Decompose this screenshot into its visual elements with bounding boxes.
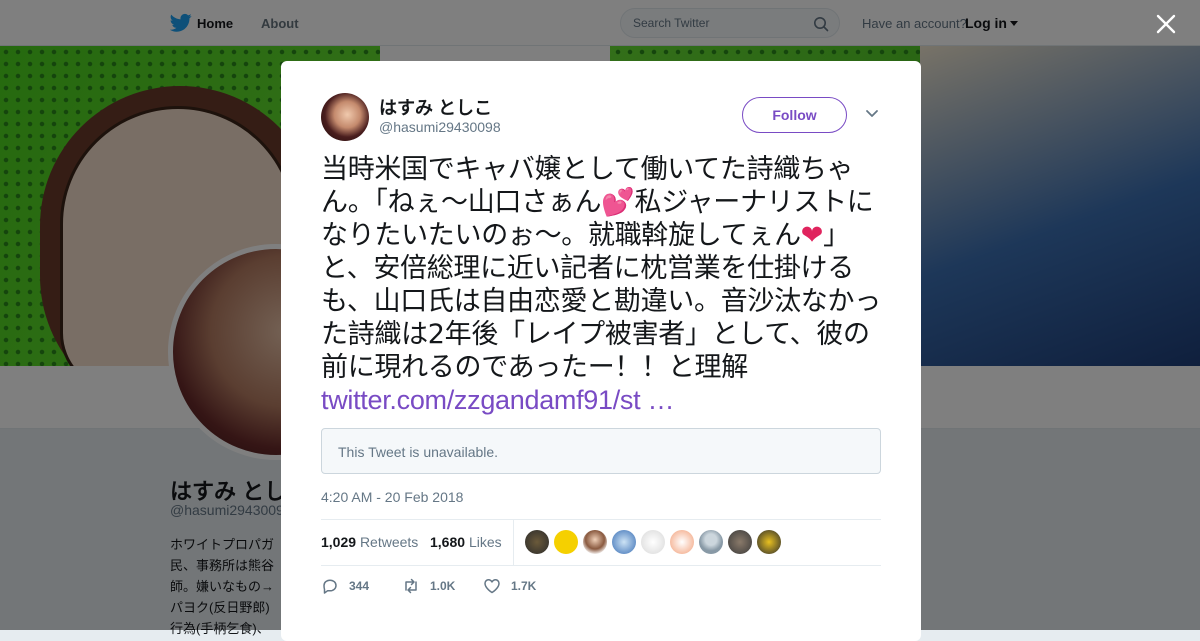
stats-separator (513, 520, 514, 566)
tweet-timestamp[interactable]: 4:20 AM - 20 Feb 2018 (321, 489, 463, 505)
quoted-tweet-unavailable: This Tweet is unavailable. (321, 428, 881, 474)
chevron-down-icon[interactable] (865, 109, 879, 119)
likes-stat[interactable]: 1,680 Likes (430, 534, 502, 550)
liker-avatar[interactable] (525, 530, 549, 554)
follow-button[interactable]: Follow (742, 97, 847, 133)
retweet-count: 1.0K (430, 579, 456, 593)
retweet-icon[interactable] (402, 577, 420, 595)
like-count: 1.7K (511, 579, 537, 593)
liker-avatar[interactable] (670, 530, 694, 554)
like-icon[interactable] (483, 577, 501, 595)
red-heart-emoji: ❤ (800, 220, 824, 251)
tweet-text: 当時米国でキャバ嬢として働いてた詩織ちゃん。「ねぇ〜山口さぁん💕私ジャーナリスト… (321, 153, 883, 417)
reply-count: 344 (349, 579, 370, 593)
liker-avatar[interactable] (612, 530, 636, 554)
retweets-label: Retweets (359, 534, 419, 550)
reply-icon[interactable] (321, 577, 339, 595)
retweets-stat[interactable]: 1,029 Retweets (321, 534, 418, 550)
liker-avatar[interactable] (641, 530, 665, 554)
author-handle[interactable]: @hasumi29430098 (379, 119, 501, 135)
author-name[interactable]: はすみ としこ (379, 94, 492, 120)
tweet-modal: はすみ としこ @hasumi29430098 Follow 当時米国でキャバ嬢… (281, 61, 921, 641)
reply-action[interactable]: 344 (321, 577, 369, 595)
tweet-stats: 1,029 Retweets 1,680 Likes (321, 520, 881, 566)
likes-count: 1,680 (430, 534, 466, 550)
retweets-count: 1,029 (321, 534, 357, 550)
author-avatar[interactable] (321, 93, 369, 141)
liker-avatar[interactable] (583, 530, 607, 554)
likes-label: Likes (468, 534, 502, 550)
two-hearts-emoji: 💕 (601, 187, 635, 218)
close-icon[interactable] (1156, 14, 1176, 34)
liker-avatar[interactable] (757, 530, 781, 554)
retweet-action[interactable]: 1.0K (402, 577, 455, 595)
liker-avatar[interactable] (554, 530, 578, 554)
like-action[interactable]: 1.7K (483, 577, 536, 595)
divider (321, 565, 881, 566)
tweet-link[interactable]: twitter.com/zzgandamf91/st … (321, 385, 675, 415)
liker-avatar[interactable] (699, 530, 723, 554)
liker-avatar[interactable] (728, 530, 752, 554)
unavailable-text: This Tweet is unavailable. (338, 444, 499, 460)
